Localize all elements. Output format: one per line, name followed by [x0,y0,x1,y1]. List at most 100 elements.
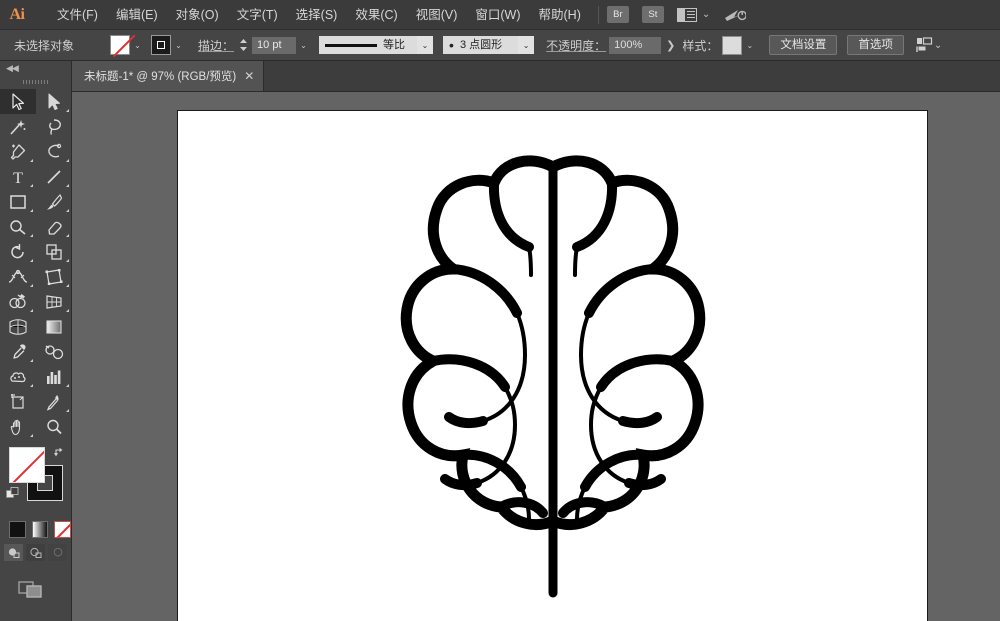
type-tool[interactable]: T [0,164,36,189]
document-tab-title: 未标题-1* @ 97% (RGB/预览) [84,68,236,84]
bridge-button[interactable]: Br [607,6,629,23]
change-screen-mode-icon[interactable] [18,579,71,606]
stroke-chevron-down-icon[interactable]: ⌄ [171,35,186,55]
tool-flyout-indicator[interactable] [66,409,69,412]
stroke-profile-dropdown[interactable]: 等比 [319,36,417,54]
menu-type[interactable]: 文字(T) [228,0,287,30]
tool-flyout-indicator[interactable] [30,384,33,387]
slice-tool[interactable] [36,389,72,414]
direct-selection-tool[interactable] [36,89,72,114]
menu-file[interactable]: 文件(F) [48,0,107,30]
paintbrush-tool[interactable] [36,189,72,214]
gradient-tool[interactable] [36,314,72,339]
draw-normal-mode[interactable] [4,544,23,561]
menu-effect[interactable]: 效果(C) [346,0,406,30]
align-chevron-down-icon[interactable]: ⌄ [934,40,942,51]
rotate-tool[interactable] [0,239,36,264]
shape-builder-tool[interactable] [0,289,36,314]
align-to-artboard-icon[interactable] [916,37,934,53]
artboard-tool[interactable] [0,389,36,414]
brush-chevron-down-icon[interactable]: ⌄ [518,36,534,54]
tool-flyout-indicator[interactable] [30,259,33,262]
column-graph-tool[interactable] [36,364,72,389]
artboard[interactable] [177,110,928,621]
line-segment-tool[interactable] [36,164,72,189]
preferences-button[interactable]: 首选项 [847,35,904,55]
draw-inside-mode[interactable] [48,544,67,561]
magic-wand-tool[interactable] [0,114,36,139]
tool-flyout-indicator[interactable] [66,109,69,112]
creative-cloud-icon[interactable] [724,7,746,23]
brain-outline-illustration[interactable] [178,111,927,621]
tool-flyout-indicator[interactable] [66,309,69,312]
stroke-weight-stepper[interactable] [238,36,249,54]
rectangle-tool[interactable] [0,189,36,214]
gradient-swatch[interactable] [32,521,49,538]
stroke-weight-input[interactable]: 10 pt [252,37,296,54]
width-tool[interactable] [0,264,36,289]
tool-flyout-indicator[interactable] [30,209,33,212]
opacity-input[interactable]: 100% [609,37,661,54]
tool-flyout-indicator[interactable] [30,359,33,362]
canvas-area[interactable] [72,92,1000,621]
symbol-sprayer-tool[interactable] [0,364,36,389]
fill-color-box[interactable] [9,447,45,483]
workspace-chevron-down-icon[interactable]: ⌄ [702,9,710,20]
tool-flyout-indicator[interactable] [30,284,33,287]
workspace-switcher-icon[interactable] [677,8,697,22]
tool-flyout-indicator[interactable] [66,184,69,187]
menu-help[interactable]: 帮助(H) [530,0,590,30]
menu-object[interactable]: 对象(O) [167,0,228,30]
tool-flyout-indicator[interactable] [66,209,69,212]
graphic-style-swatch[interactable] [722,36,742,55]
default-fill-stroke-icon[interactable] [6,487,19,499]
scale-tool[interactable] [36,239,72,264]
menu-select[interactable]: 选择(S) [287,0,347,30]
zoom-tool[interactable] [36,414,72,439]
menu-window[interactable]: 窗口(W) [466,0,529,30]
tool-flyout-indicator[interactable] [30,309,33,312]
brain-artwork-svg [353,141,753,611]
tools-panel-drag-handle[interactable] [0,76,71,87]
stock-button[interactable]: St [642,6,664,23]
style-chevron-down-icon[interactable]: ⌄ [742,35,757,55]
tool-flyout-indicator[interactable] [66,284,69,287]
stroke-color-swatch[interactable] [151,35,171,55]
menu-view[interactable]: 视图(V) [407,0,467,30]
opacity-expand-icon[interactable]: ❯ [661,39,680,52]
close-icon[interactable]: ✕ [244,70,254,82]
brush-definition-dropdown[interactable]: • 3 点圆形 [443,36,518,54]
tool-flyout-indicator[interactable] [30,184,33,187]
eyedropper-tool[interactable] [0,339,36,364]
curvature-tool[interactable] [36,139,72,164]
tool-flyout-indicator[interactable] [66,234,69,237]
tool-flyout-indicator[interactable] [30,234,33,237]
none-swatch[interactable] [54,521,71,538]
pen-tool[interactable] [0,139,36,164]
tool-flyout-indicator[interactable] [66,159,69,162]
tool-flyout-indicator[interactable] [30,434,33,437]
draw-behind-mode[interactable] [26,544,45,561]
blend-tool[interactable] [36,339,72,364]
perspective-grid-tool[interactable] [36,289,72,314]
stroke-profile-chevron-down-icon[interactable]: ⌄ [417,36,433,54]
tool-flyout-indicator[interactable] [66,259,69,262]
color-swatch[interactable] [9,521,26,538]
stroke-weight-chevron-down-icon[interactable]: ⌄ [296,35,311,55]
free-transform-tool[interactable] [36,264,72,289]
document-tab[interactable]: 未标题-1* @ 97% (RGB/预览) ✕ [72,61,264,91]
document-setup-button[interactable]: 文档设置 [769,35,837,55]
hand-tool[interactable] [0,414,36,439]
shaper-tool[interactable] [0,214,36,239]
selection-tool[interactable] [0,89,36,114]
tool-flyout-indicator[interactable] [30,159,33,162]
mesh-tool[interactable] [0,314,36,339]
menu-edit[interactable]: 编辑(E) [107,0,167,30]
tools-panel-collapse-icon[interactable]: ◀◀ [0,61,71,76]
swap-fill-stroke-icon[interactable] [53,445,65,457]
fill-color-swatch[interactable] [110,35,130,55]
eraser-tool[interactable] [36,214,72,239]
tool-flyout-indicator[interactable] [66,384,69,387]
lasso-tool[interactable] [36,114,72,139]
menu-divider [598,6,599,24]
